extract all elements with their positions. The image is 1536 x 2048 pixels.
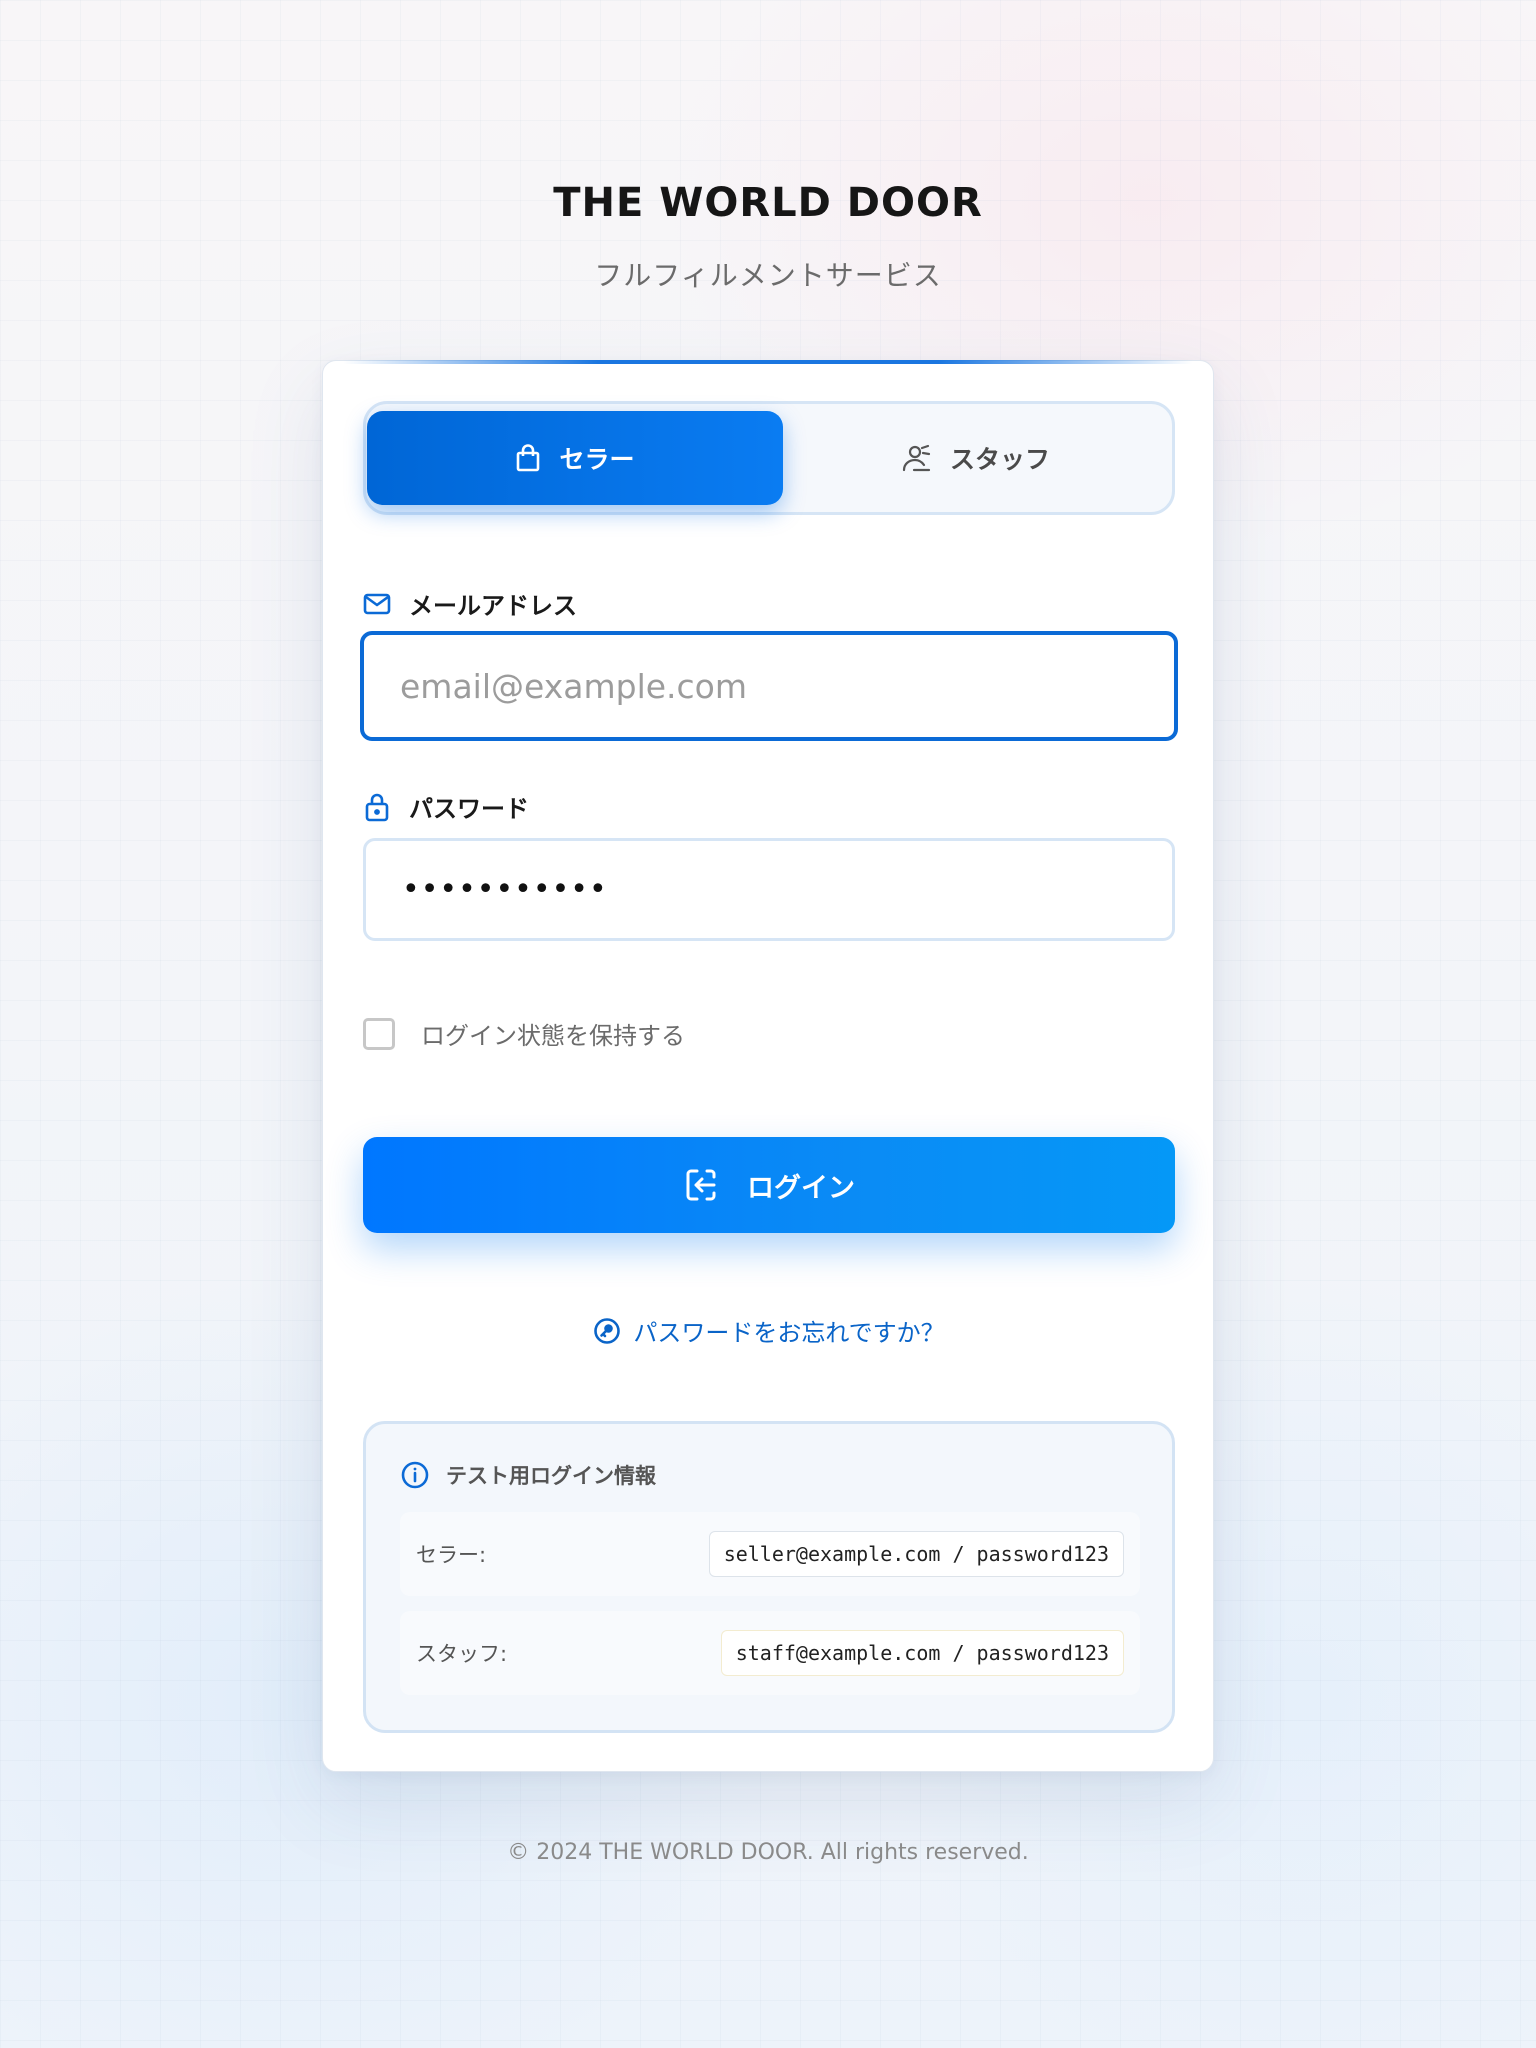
- brand-title: THE WORLD DOOR: [553, 180, 983, 226]
- role-tabs: セラー スタッフ: [363, 401, 1175, 515]
- footer-copyright: © 2024 THE WORLD DOOR. All rights reserv…: [507, 1840, 1029, 1865]
- tab-seller-label: セラー: [559, 445, 635, 474]
- tab-staff[interactable]: スタッフ: [786, 411, 1166, 505]
- forgot-password-link[interactable]: パスワードをお忘れですか？: [323, 1313, 1215, 1348]
- credential-value[interactable]: staff@example.com / password123: [720, 1630, 1124, 1676]
- login-label: ログイン: [747, 1172, 855, 1204]
- credential-label: スタッフ:: [416, 1642, 508, 1666]
- password-field[interactable]: •••••••••••: [363, 838, 1175, 941]
- login-card: セラー スタッフ メールアドレス email@example.com パスワード…: [322, 360, 1214, 1772]
- staff-icon: [902, 444, 932, 472]
- credential-value[interactable]: seller@example.com / password123: [708, 1531, 1124, 1577]
- mail-icon: [363, 592, 391, 616]
- test-login-info: テスト用ログイン情報 セラー: seller@example.com / pas…: [363, 1421, 1175, 1733]
- tab-staff-label: スタッフ: [949, 445, 1050, 474]
- login-button[interactable]: ログイン: [363, 1137, 1175, 1233]
- email-field[interactable]: email@example.com: [360, 631, 1178, 741]
- password-value: •••••••••••: [402, 872, 608, 907]
- tab-seller[interactable]: セラー: [367, 411, 783, 505]
- forgot-password-text: パスワードをお忘れですか？: [633, 1319, 945, 1347]
- test-info-title-text: テスト用ログイン情報: [446, 1464, 656, 1488]
- card-accent-line: [343, 360, 1193, 364]
- login-icon: [683, 1167, 719, 1203]
- test-info-title: テスト用ログイン情報: [400, 1460, 656, 1490]
- email-label-text: メールアドレス: [409, 592, 577, 620]
- credential-label: セラー:: [416, 1543, 487, 1567]
- email-placeholder: email@example.com: [400, 666, 748, 706]
- key-icon: [593, 1317, 621, 1345]
- credential-row-staff: スタッフ: staff@example.com / password123: [400, 1611, 1140, 1695]
- lock-icon: [363, 792, 391, 822]
- shopping-bag-icon: [515, 444, 541, 472]
- remember-label: ログイン状態を保持する: [421, 1022, 685, 1050]
- password-label: パスワード: [363, 789, 529, 824]
- remember-checkbox[interactable]: [363, 1017, 395, 1050]
- info-icon: [400, 1460, 430, 1490]
- brand-subtitle: フルフィルメントサービス: [594, 259, 942, 292]
- credential-row-seller: セラー: seller@example.com / password123: [400, 1512, 1140, 1596]
- password-label-text: パスワード: [409, 795, 529, 823]
- email-label: メールアドレス: [363, 586, 577, 621]
- remember-me: ログイン状態を保持する: [363, 1016, 685, 1051]
